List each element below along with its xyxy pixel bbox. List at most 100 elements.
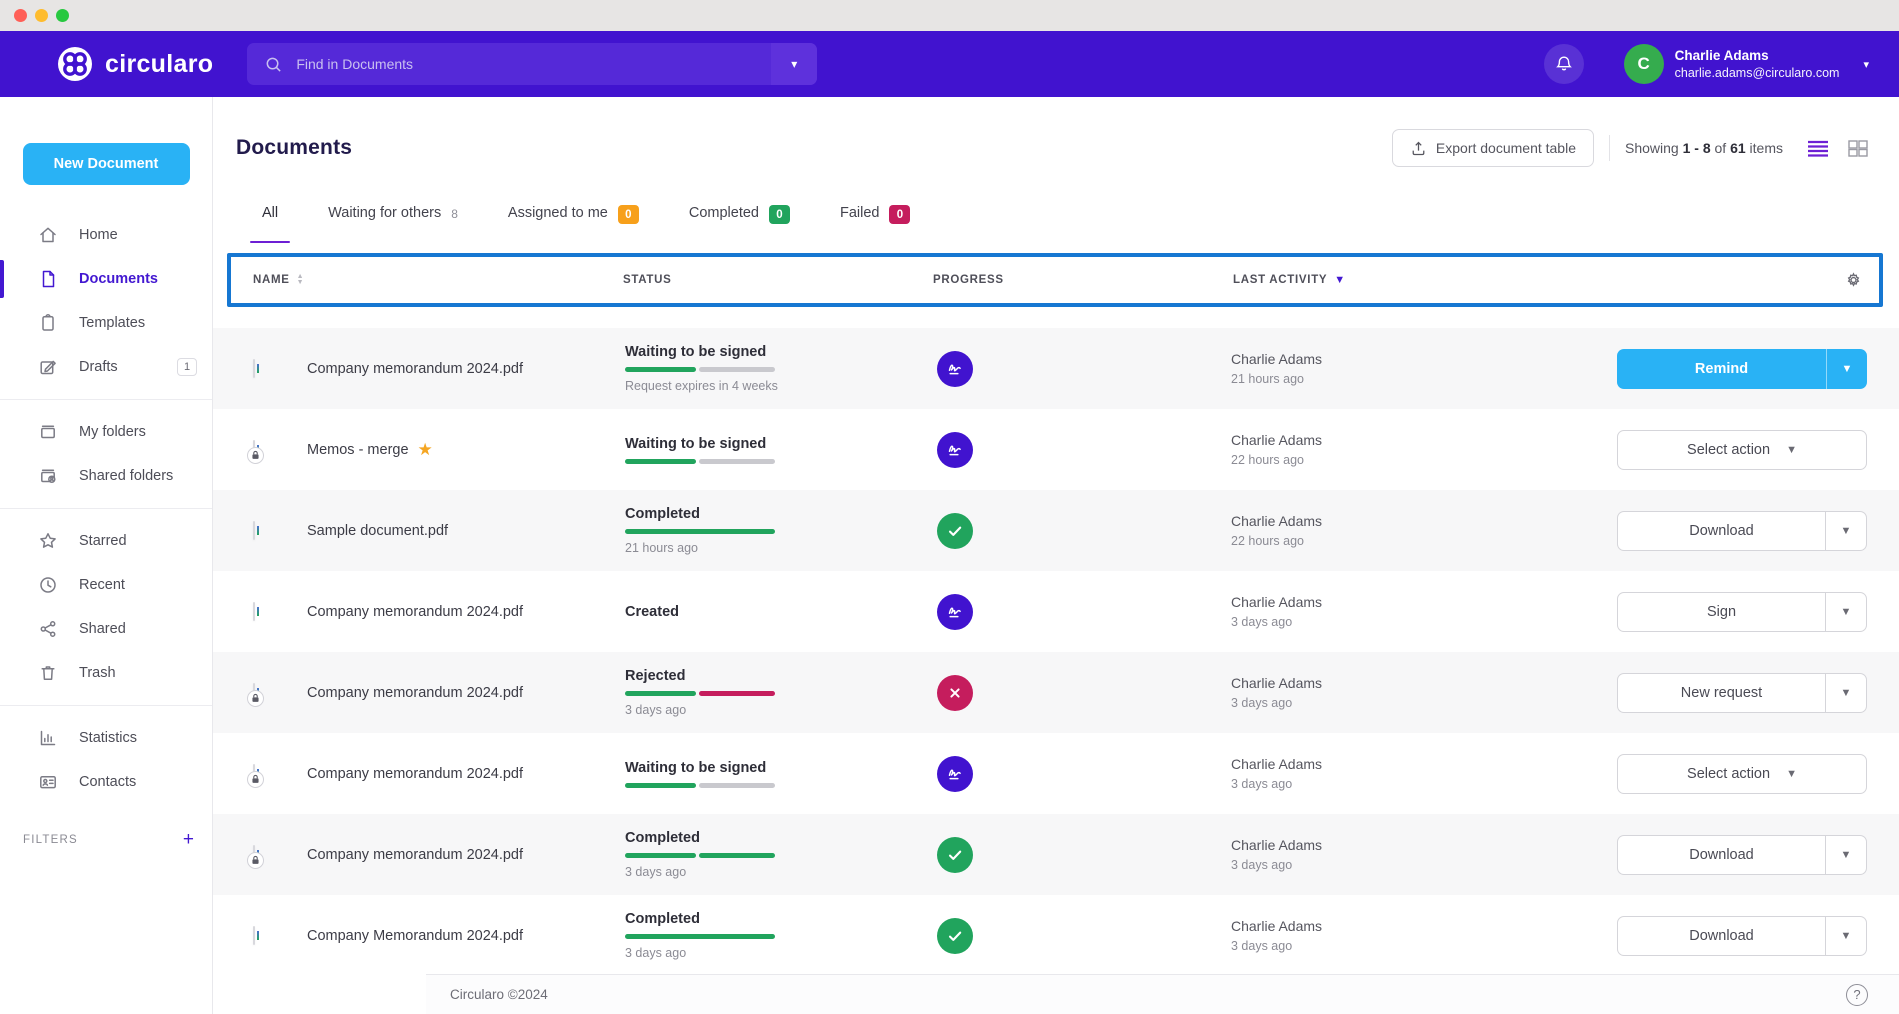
sidebar-item-label: Drafts [79, 359, 118, 375]
tab-waiting-for-others[interactable]: Waiting for others8 [328, 203, 458, 243]
remind-button[interactable]: Remind [1617, 349, 1826, 389]
action-dropdown-caret[interactable]: ▼ [1825, 674, 1866, 712]
table-row[interactable]: Memos - merge★Waiting to be signedCharli… [213, 409, 1899, 490]
document-name-cell[interactable]: Company Memorandum 2024.pdf [307, 928, 625, 944]
download-button[interactable]: Download [1618, 512, 1825, 550]
help-button[interactable]: ? [1846, 984, 1868, 1006]
table-row[interactable]: Company memorandum 2024.pdfCreatedCharli… [213, 571, 1899, 652]
document-name-cell[interactable]: Sample document.pdf [307, 523, 625, 539]
search-scope-dropdown[interactable]: ▾ [771, 43, 817, 85]
new-request-button[interactable]: New request [1618, 674, 1825, 712]
sidebar-item-trash[interactable]: Trash [0, 651, 212, 695]
export-document-table-button[interactable]: Export document table [1392, 129, 1594, 167]
action-split-button: New request▼ [1617, 673, 1867, 713]
search-input[interactable] [296, 56, 771, 72]
share-icon [38, 619, 58, 639]
select-action-button[interactable]: Select action▼ [1618, 431, 1866, 469]
template-icon [38, 313, 58, 333]
drafts-icon [38, 357, 58, 377]
close-window-button[interactable] [14, 9, 27, 22]
column-header-progress[interactable]: PROGRESS [933, 274, 1004, 286]
sidebar-item-contacts[interactable]: Contacts [0, 760, 212, 804]
action-dropdown-caret[interactable]: ▼ [1825, 512, 1866, 550]
table-row[interactable]: Company memorandum 2024.pdfWaiting to be… [213, 328, 1899, 409]
document-name-cell[interactable]: Memos - merge★ [307, 441, 625, 458]
circularo-logo-icon [57, 46, 93, 82]
column-header-last-activity[interactable]: LAST ACTIVITY ▼ [1233, 274, 1346, 286]
sidebar-divider [0, 705, 212, 706]
status-label: Completed [625, 506, 925, 522]
sign-button[interactable]: Sign [1618, 593, 1825, 631]
status-label: Created [625, 604, 925, 620]
action-split-button: Download▼ [1617, 835, 1867, 875]
activity-time: 3 days ago [1231, 939, 1441, 953]
sidebar-item-drafts[interactable]: Drafts1 [0, 345, 212, 389]
table-row[interactable]: Company memorandum 2024.pdfRejected3 day… [213, 652, 1899, 733]
document-name-cell[interactable]: Company memorandum 2024.pdf [307, 847, 625, 863]
table-row[interactable]: Company memorandum 2024.pdfWaiting to be… [213, 733, 1899, 814]
document-name-cell[interactable]: Company memorandum 2024.pdf [307, 361, 625, 377]
progress-bar-segment [699, 459, 775, 464]
list-view-button[interactable] [1807, 140, 1829, 157]
sidebar-item-templates[interactable]: Templates [0, 301, 212, 345]
action-dropdown-caret[interactable]: ▼ [1825, 836, 1866, 874]
app-window: circularo ▾ C Charlie Adams charlie.adam… [0, 0, 1899, 1014]
star-icon [38, 531, 58, 551]
add-filter-button[interactable]: + [183, 830, 194, 849]
sidebar-item-statistics[interactable]: Statistics [0, 716, 212, 760]
action-dropdown-caret[interactable]: ▼ [1825, 917, 1866, 955]
table-row[interactable]: Company Memorandum 2024.pdfCompleted3 da… [213, 895, 1899, 976]
tab-all[interactable]: All [262, 203, 278, 243]
zoom-window-button[interactable] [56, 9, 69, 22]
notifications-button[interactable] [1544, 44, 1584, 84]
table-row[interactable]: Company memorandum 2024.pdfCompleted3 da… [213, 814, 1899, 895]
column-header-name[interactable]: NAME ▲▼ [253, 274, 304, 286]
progress-bar [625, 691, 775, 696]
progress-bar-segment [699, 691, 775, 696]
sidebar-item-shared-folders[interactable]: Shared folders [0, 454, 212, 498]
minimize-window-button[interactable] [35, 9, 48, 22]
tab-assigned-to-me[interactable]: Assigned to me0 [508, 203, 639, 243]
trash-icon [38, 663, 58, 683]
column-header-status[interactable]: STATUS [623, 274, 672, 286]
progress-cell [925, 513, 997, 549]
table-row[interactable]: Sample document.pdfCompleted21 hours ago… [213, 490, 1899, 571]
tab-completed[interactable]: Completed0 [689, 203, 790, 243]
brand-logo[interactable]: circularo [57, 46, 213, 82]
action-dropdown-caret[interactable]: ▼ [1826, 349, 1867, 389]
action-split-button: Download▼ [1617, 511, 1867, 551]
sidebar-item-shared[interactable]: Shared [0, 607, 212, 651]
last-activity-cell: Charlie Adams21 hours ago [1231, 351, 1441, 386]
tab-failed[interactable]: Failed0 [840, 203, 911, 243]
sidebar-item-starred[interactable]: Starred [0, 519, 212, 563]
download-button[interactable]: Download [1618, 836, 1825, 874]
signature-icon [937, 351, 973, 387]
sidebar-item-my-folders[interactable]: My folders [0, 410, 212, 454]
progress-cell [925, 351, 997, 387]
progress-bar [625, 529, 775, 534]
sidebar-nav: HomeDocumentsTemplatesDrafts1 My folders S… [0, 213, 212, 804]
sidebar-item-home[interactable]: Home [0, 213, 212, 257]
download-button[interactable]: Download [1618, 917, 1825, 955]
status-cell: Completed3 days ago [625, 830, 925, 879]
document-icon [253, 359, 255, 378]
sidebar-item-label: My folders [79, 424, 146, 440]
new-document-button[interactable]: New Document [23, 143, 190, 185]
document-name-cell[interactable]: Company memorandum 2024.pdf [307, 685, 625, 701]
action-dropdown-caret[interactable]: ▼ [1825, 593, 1866, 631]
select-action-button[interactable]: Select action▼ [1618, 755, 1866, 793]
sidebar-item-documents[interactable]: Documents [0, 257, 212, 301]
main-content: Documents Export document table Showing … [213, 97, 1899, 1014]
star-icon[interactable]: ★ [418, 441, 433, 458]
sidebar-divider [0, 399, 212, 400]
table-header-row[interactable]: NAME ▲▼ STATUS PROGRESS LAST ACTIVITY ▼ [227, 253, 1883, 307]
document-thumbnail [253, 684, 307, 702]
grid-view-button[interactable] [1848, 140, 1868, 157]
table-settings-button[interactable] [1844, 271, 1863, 290]
document-name-cell[interactable]: Company memorandum 2024.pdf [307, 604, 625, 620]
progress-cell [925, 837, 997, 873]
lock-icon [247, 447, 264, 464]
user-menu[interactable]: C Charlie Adams charlie.adams@circularo.… [1624, 44, 1869, 84]
sidebar-item-recent[interactable]: Recent [0, 563, 212, 607]
document-name-cell[interactable]: Company memorandum 2024.pdf [307, 766, 625, 782]
